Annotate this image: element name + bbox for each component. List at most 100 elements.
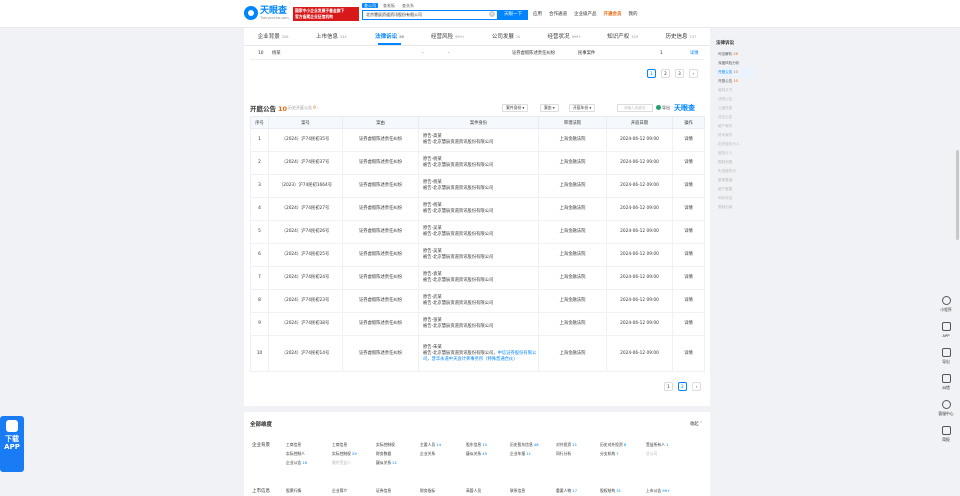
page-2-button[interactable]: 2 <box>678 382 687 391</box>
sidenav-item[interactable]: 开庭公告10 <box>716 77 756 86</box>
case-number-link[interactable]: （2024）沪74民初35号 <box>268 128 343 152</box>
export-tool-button[interactable]: 导出 <box>934 348 958 368</box>
download-app-button[interactable]: 下载 APP <box>0 416 24 472</box>
case-number-link[interactable]: （2024）沪74民初14号 <box>268 335 343 372</box>
case-number-link[interactable]: （2024）沪74民初37号 <box>268 151 343 175</box>
dimension-link[interactable]: 受益所有人1 <box>646 442 668 448</box>
case-number-link[interactable]: （2024）沪74民初27号 <box>268 197 343 221</box>
search-tab-company[interactable]: 查公司 <box>362 3 378 8</box>
case-number-link[interactable]: （2024）沪74民初23号 <box>268 289 343 313</box>
feedback-button[interactable]: 纠错 <box>934 374 958 394</box>
nav-enterprise[interactable]: 企业级产品 <box>574 11 597 17</box>
filter-cause[interactable]: 案由 ▾ <box>540 104 559 112</box>
page-2-button[interactable]: 2 <box>661 69 670 78</box>
tab-development[interactable]: 公司发展 20 <box>477 28 535 45</box>
dimension-link[interactable]: 企业公告16 <box>286 460 307 466</box>
page-3-button[interactable]: 3 <box>675 69 684 78</box>
dimension-link[interactable]: 高管人员 <box>466 488 481 494</box>
filter-year[interactable]: 开庭年份 ▾ <box>569 104 596 112</box>
detail-link[interactable]: 详情 <box>672 335 705 372</box>
dimension-link[interactable]: 历史对外投资8 <box>600 442 626 448</box>
detail-link[interactable]: 详情 <box>672 289 705 313</box>
dimension-link[interactable]: 股票行情 <box>286 488 301 494</box>
dimension-link[interactable]: 重要人物17 <box>556 488 577 494</box>
dimension-link[interactable]: 分支机构7 <box>600 451 619 457</box>
dimension-link[interactable]: 股东信息10 <box>466 442 487 448</box>
party-link[interactable]: 普华永道中天会计师事务所（特殊普通合伙） <box>432 357 518 362</box>
sidenav-item-active[interactable]: 开庭公告10 <box>716 68 756 77</box>
dimension-link[interactable]: 历史股东信息48 <box>510 442 539 448</box>
sidenav-item[interactable]: 法院公告 <box>716 95 756 104</box>
clear-icon[interactable]: × <box>489 11 495 17</box>
dimension-link[interactable]: 工商信息 <box>332 442 347 448</box>
sidenav-item[interactable]: 终本案件 <box>716 131 756 140</box>
detail-link[interactable]: 详情 <box>672 266 705 290</box>
detail-link[interactable]: 详情 <box>672 312 705 336</box>
mini-program-button[interactable]: 小程序 <box>934 296 958 316</box>
sidenav-item[interactable]: 破产重整 <box>716 185 756 194</box>
detail-link[interactable]: 详情 <box>672 220 705 244</box>
page-scrollbar[interactable] <box>956 150 959 240</box>
dimension-link[interactable]: 财务指标 <box>420 488 435 494</box>
sidenav-item[interactable]: 送达公告 <box>716 113 756 122</box>
sidenav-item[interactable]: 被执行人 <box>716 149 756 158</box>
detail-link[interactable]: 详情 <box>672 128 705 152</box>
case-number-link[interactable]: （2024）沪74民初24号 <box>268 266 343 290</box>
dimension-link[interactable]: 实际控制权 <box>376 442 395 448</box>
tab-risk[interactable]: 经营风险 999+ <box>419 28 477 45</box>
search-tab-boss[interactable]: 查老板 <box>381 3 397 8</box>
dimension-link[interactable]: 实际控制权29 <box>332 451 357 457</box>
search-button[interactable]: 天眼一下 <box>498 10 528 20</box>
tab-listing[interactable]: 上市信息 344 <box>302 28 360 45</box>
tab-background[interactable]: 企业背景 328 <box>244 28 302 45</box>
logo[interactable]: 天眼查 Tianyancha.com <box>244 6 289 20</box>
detail-link[interactable]: 详情 <box>690 48 699 60</box>
sidenav-item[interactable]: 询价评估 <box>716 194 756 203</box>
dimension-link[interactable]: 实际控制人 <box>286 451 305 457</box>
export-button[interactable]: 导出 <box>656 104 670 112</box>
search-input[interactable]: 北京慧辰资道资讯股份有限公司 <box>362 10 498 20</box>
tab-ip[interactable]: 知识产权 329 <box>594 28 652 45</box>
sidenav-item[interactable]: 司法解析26 <box>716 50 756 59</box>
history-hearing-link[interactable]: 历史开庭公告 9 › <box>288 105 319 111</box>
dimension-link[interactable]: 股权结构31 <box>600 488 621 494</box>
detail-link[interactable]: 详情 <box>672 151 705 175</box>
sidenav-item[interactable]: 深度风险分析 <box>716 59 756 68</box>
tab-history[interactable]: 历史信息 137 <box>652 28 710 45</box>
tab-litigation[interactable]: 法律诉讼 66 <box>361 28 419 45</box>
service-center-button[interactable]: 客服中心 <box>934 400 958 420</box>
sidenav-item[interactable]: 失信被执行 <box>716 167 756 176</box>
dimension-link[interactable]: 上市公告99+ <box>646 488 670 494</box>
case-number-link[interactable]: （2024）沪74民初26号 <box>268 220 343 244</box>
dimension-link[interactable]: 主要人员14 <box>420 442 441 448</box>
app-button[interactable]: APP <box>934 322 958 342</box>
search-tab-relation[interactable]: 查关系 <box>400 3 416 8</box>
dimension-link[interactable]: 企业关系 <box>420 451 435 457</box>
filter-case-identity[interactable]: 案件身份 ▾ <box>502 104 529 112</box>
case-number-link[interactable]: （2023）沪74民初1664号 <box>268 174 343 198</box>
sidenav-item[interactable]: 破产案件 <box>716 122 756 131</box>
case-number-link[interactable]: （2024）沪74民初38号 <box>268 312 343 336</box>
dimension-link[interactable]: 最终受益人 <box>332 460 351 466</box>
brief-button[interactable]: 简报 <box>934 426 958 446</box>
dimension-link[interactable]: 同行分析 <box>556 451 571 457</box>
case-number-link[interactable]: （2024）沪74民初25号 <box>268 243 343 267</box>
detail-link[interactable]: 详情 <box>672 243 705 267</box>
dimension-link[interactable]: 疑似关系21 <box>376 460 397 466</box>
dimension-link[interactable]: 工商信息 <box>286 442 301 448</box>
nav-vip[interactable]: 开通会员 <box>604 11 622 17</box>
keyword-search-input[interactable]: 请输入关键词 <box>617 104 653 112</box>
dimension-link[interactable]: 总公司 <box>646 451 657 457</box>
dimension-link[interactable]: 联系信息 <box>510 488 525 494</box>
next-page-button[interactable]: › <box>689 69 698 78</box>
sidenav-item[interactable]: 庭审直播 <box>716 176 756 185</box>
collapse-button[interactable]: 收起 ˄ <box>690 421 702 427</box>
tab-operation[interactable]: 经营状况 999+ <box>535 28 593 45</box>
sidenav-item[interactable]: 限制出境 <box>716 203 756 212</box>
next-page-button[interactable]: › <box>692 382 701 391</box>
dimension-link[interactable]: 财务数据 <box>376 451 391 457</box>
promo-banner[interactable]: 国家中小企业发展子基金旗下 官方备案企业征信机构 <box>293 7 359 21</box>
nav-apps[interactable]: 应用 <box>533 11 542 17</box>
dimension-link[interactable]: 企业年报11 <box>510 451 531 457</box>
dimension-link[interactable]: 证券信息 <box>376 488 391 494</box>
